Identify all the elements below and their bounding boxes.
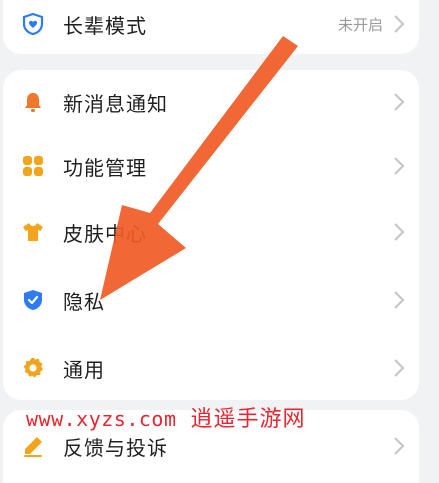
feedback-label: 反馈与投诉 (63, 435, 168, 460)
general-label: 通用 (63, 357, 105, 382)
grid-icon (19, 152, 47, 180)
elder-mode-status: 未开启 (337, 15, 383, 34)
feature-management-label: 功能管理 (63, 155, 147, 180)
watermark-url: www.xyzs.com (26, 407, 177, 431)
settings-main-card: 新消息通知 功能管理 皮肤中心 隐私 通用 (3, 70, 419, 400)
privacy-row[interactable]: 隐私 (3, 268, 419, 332)
chevron-right-icon (389, 220, 409, 244)
chevron-right-icon (389, 90, 409, 114)
watermark-brand: 逍遥手游网 (190, 407, 306, 432)
elder-mode-label: 长辈模式 (63, 13, 147, 38)
elder-mode-card: 长辈模式 未开启 (3, 0, 419, 54)
chevron-right-icon (389, 12, 409, 36)
notification-label: 新消息通知 (63, 91, 168, 116)
heart-shield-icon (19, 10, 47, 38)
skin-center-row[interactable]: 皮肤中心 (3, 200, 419, 264)
gear-icon (19, 354, 47, 382)
privacy-label: 隐私 (63, 289, 105, 314)
feature-management-row[interactable]: 功能管理 (3, 134, 419, 198)
elder-mode-row[interactable]: 长辈模式 未开启 (3, 0, 419, 56)
tshirt-icon (19, 218, 47, 246)
general-row[interactable]: 通用 (3, 336, 419, 400)
skin-center-label: 皮肤中心 (63, 221, 147, 246)
chevron-right-icon (389, 288, 409, 312)
chevron-right-icon (389, 356, 409, 380)
watermark: www.xyzs.com 逍遥手游网 (26, 401, 306, 433)
bell-icon (19, 88, 47, 116)
shield-check-icon (19, 286, 47, 314)
chevron-right-icon (389, 434, 409, 458)
pencil-icon (19, 432, 47, 460)
notification-row[interactable]: 新消息通知 (3, 70, 419, 134)
chevron-right-icon (389, 154, 409, 178)
